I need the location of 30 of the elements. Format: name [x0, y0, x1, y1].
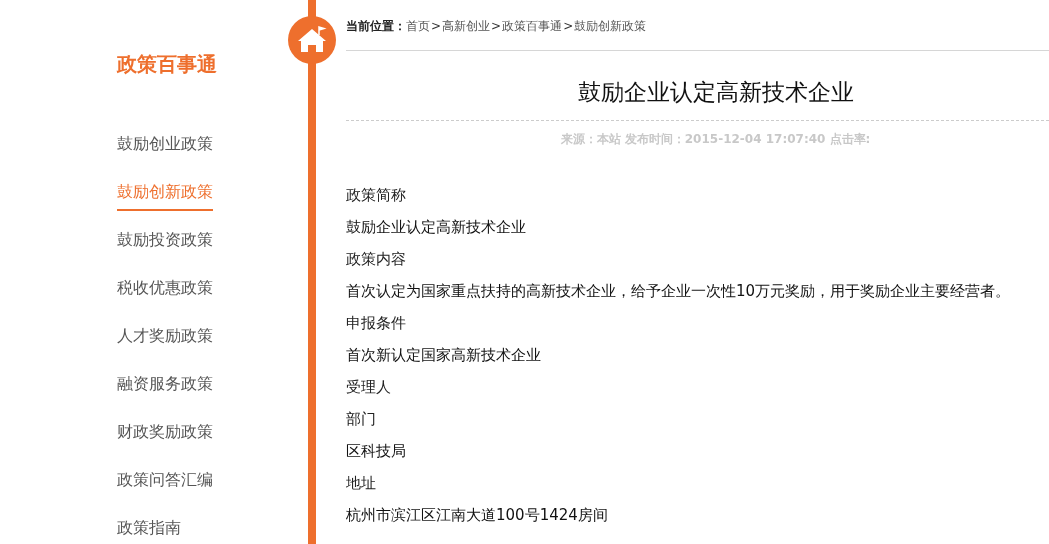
- sidebar-item[interactable]: 鼓励投资政策: [117, 218, 213, 266]
- sidebar-item[interactable]: 税收优惠政策: [117, 266, 213, 314]
- breadcrumb-link[interactable]: 高新创业: [442, 17, 491, 35]
- home-icon[interactable]: [288, 16, 336, 64]
- paragraph: 首次新认定国家高新技术企业: [346, 345, 541, 366]
- article-title: 鼓励企业认定高新技术企业: [577, 78, 854, 107]
- sidebar-title: 政策百事通: [117, 51, 217, 78]
- breadcrumb-link[interactable]: 鼓励创新政策: [574, 17, 647, 35]
- paragraph: 区科技局: [346, 441, 406, 462]
- section-heading: 地址: [346, 473, 376, 494]
- paragraph: 首次认定为国家重点扶持的高新技术企业，给予企业一次性10万元奖励，用于奖励企业主要经营者。: [346, 281, 1011, 302]
- sidebar-item[interactable]: 政策问答汇编: [117, 458, 213, 506]
- section-heading: 政策简称: [346, 185, 406, 206]
- breadcrumb-label: 当前位置：: [346, 17, 406, 35]
- sidebar-item[interactable]: 政策指南: [117, 506, 181, 544]
- breadcrumb-separator: >: [563, 19, 574, 33]
- breadcrumb-link[interactable]: 首页: [406, 17, 430, 35]
- sidebar-item[interactable]: 人才奖励政策: [117, 314, 213, 362]
- sidebar-item[interactable]: 鼓励创业政策: [117, 122, 213, 170]
- sidebar-item[interactable]: 融资服务政策: [117, 362, 213, 410]
- breadcrumb-link[interactable]: 政策百事通: [502, 17, 563, 35]
- section-heading: 部门: [346, 409, 376, 430]
- breadcrumb-separator: >: [431, 19, 442, 33]
- paragraph: 杭州市滨江区江南大道100号1424房间: [346, 505, 608, 526]
- paragraph: 鼓励企业认定高新技术企业: [346, 217, 526, 238]
- section-heading: 受理人: [346, 377, 391, 398]
- section-heading: 申报条件: [346, 313, 406, 334]
- section-heading: 政策内容: [346, 249, 406, 270]
- breadcrumb-separator: >: [491, 19, 502, 33]
- sidebar-item[interactable]: 财政奖励政策: [117, 410, 213, 458]
